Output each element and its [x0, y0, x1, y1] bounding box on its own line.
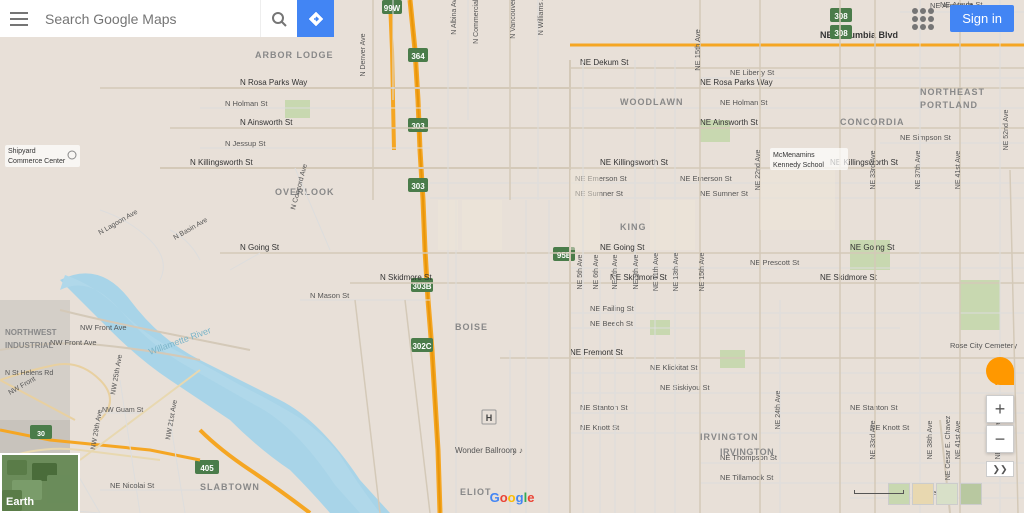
- svg-text:KING: KING: [620, 222, 647, 232]
- svg-text:BOISE: BOISE: [455, 322, 488, 332]
- map-controls: + −: [986, 395, 1014, 453]
- svg-text:NE Beech St: NE Beech St: [590, 319, 634, 328]
- svg-text:H: H: [486, 413, 493, 423]
- zoom-in-button[interactable]: +: [986, 395, 1014, 423]
- svg-text:NW Front Ave: NW Front Ave: [50, 338, 97, 347]
- svg-text:CONCORDIA: CONCORDIA: [840, 117, 905, 127]
- directions-button[interactable]: [297, 0, 334, 37]
- svg-text:NE 52nd Ave: NE 52nd Ave: [1003, 110, 1010, 151]
- svg-text:NE 6th Ave: NE 6th Ave: [593, 254, 600, 289]
- svg-text:303: 303: [411, 182, 425, 191]
- svg-text:NE Sumner St: NE Sumner St: [700, 189, 749, 198]
- svg-text:NE 7th Ave: NE 7th Ave: [612, 254, 619, 289]
- svg-text:N St Helens Rd: N St Helens Rd: [5, 370, 53, 377]
- svg-text:NE 38th Ave: NE 38th Ave: [927, 421, 934, 460]
- svg-text:N Denver Ave: N Denver Ave: [360, 33, 367, 76]
- terrain-swatch-4[interactable]: [960, 483, 982, 505]
- svg-text:INDUSTRIAL: INDUSTRIAL: [5, 341, 54, 350]
- svg-text:NE Prescott St: NE Prescott St: [750, 258, 800, 267]
- svg-text:ELIOT: ELIOT: [460, 487, 492, 497]
- svg-text:NE 33rd Ave: NE 33rd Ave: [870, 150, 877, 189]
- svg-text:NE Tillamook St: NE Tillamook St: [720, 473, 774, 482]
- svg-text:ARBOR LODGE: ARBOR LODGE: [255, 50, 334, 60]
- menu-button[interactable]: [0, 0, 37, 37]
- svg-text:IRVINGTON: IRVINGTON: [720, 447, 774, 457]
- svg-text:NE Cesar E. Chavez: NE Cesar E. Chavez: [945, 415, 952, 480]
- search-input[interactable]: [45, 11, 205, 27]
- terrain-swatch-2[interactable]: [912, 483, 934, 505]
- svg-text:NE Klickitat St: NE Klickitat St: [650, 363, 698, 372]
- svg-text:NE 37th Ave: NE 37th Ave: [915, 151, 922, 190]
- svg-text:McMenamins: McMenamins: [773, 152, 815, 159]
- svg-text:364: 364: [411, 52, 425, 61]
- svg-text:NE Liberty St: NE Liberty St: [730, 68, 775, 77]
- svg-text:N Jessup St: N Jessup St: [225, 139, 266, 148]
- svg-text:NE Killingsworth St: NE Killingsworth St: [600, 158, 669, 167]
- svg-text:NE Nicolai St: NE Nicolai St: [110, 481, 155, 490]
- svg-text:NE Fremont St: NE Fremont St: [570, 348, 624, 357]
- svg-text:Shipyard: Shipyard: [8, 148, 36, 155]
- svg-text:NE Going St: NE Going St: [850, 243, 895, 252]
- svg-text:N Skidmore St: N Skidmore St: [380, 273, 432, 282]
- svg-text:♪: ♪: [512, 448, 516, 457]
- svg-text:NE 9th Ave: NE 9th Ave: [633, 254, 640, 289]
- svg-text:NE Ainsworth St: NE Ainsworth St: [700, 118, 759, 127]
- topbar: [0, 0, 1024, 37]
- svg-text:30: 30: [37, 431, 45, 438]
- svg-text:303: 303: [411, 122, 425, 131]
- svg-text:Rose City Cemetery: Rose City Cemetery: [950, 341, 1017, 350]
- svg-text:NORTHWEST: NORTHWEST: [5, 328, 57, 337]
- search-bar: [37, 0, 260, 37]
- svg-text:NE Dekum St: NE Dekum St: [580, 58, 629, 67]
- svg-text:SLABTOWN: SLABTOWN: [200, 482, 260, 492]
- svg-text:IRVINGTON: IRVINGTON: [700, 432, 759, 442]
- svg-text:NE Skidmore St: NE Skidmore St: [820, 273, 878, 282]
- svg-text:NE 33rd Ave: NE 33rd Ave: [870, 420, 877, 459]
- svg-text:NW Front Ave: NW Front Ave: [80, 323, 127, 332]
- svg-text:NE Failing St: NE Failing St: [590, 304, 635, 313]
- svg-text:405: 405: [200, 464, 214, 473]
- zoom-out-button[interactable]: −: [986, 425, 1014, 453]
- scale-bar: [854, 490, 904, 495]
- search-button[interactable]: [260, 0, 297, 37]
- svg-text:Kennedy School: Kennedy School: [773, 162, 824, 169]
- svg-text:NE Going St: NE Going St: [600, 243, 645, 252]
- svg-text:N Rosa Parks Way: N Rosa Parks Way: [240, 78, 307, 87]
- svg-text:NE 15th Ave: NE 15th Ave: [699, 253, 706, 292]
- svg-text:N Going St: N Going St: [240, 243, 280, 252]
- svg-text:NE Rosa Parks Way: NE Rosa Parks Way: [700, 78, 773, 87]
- earth-label: Earth: [6, 496, 34, 508]
- svg-text:NE Stanton St: NE Stanton St: [850, 403, 898, 412]
- svg-text:NORTHEAST: NORTHEAST: [920, 87, 985, 97]
- svg-text:N Mason St: N Mason St: [310, 291, 350, 300]
- svg-text:NE 13th Ave: NE 13th Ave: [673, 253, 680, 292]
- svg-text:Commerce Center: Commerce Center: [8, 158, 66, 165]
- svg-text:NE 11th Ave: NE 11th Ave: [653, 253, 660, 291]
- expand-button[interactable]: ❯❯: [986, 461, 1014, 477]
- svg-text:302C: 302C: [412, 342, 431, 351]
- svg-text:N Killingsworth St: N Killingsworth St: [190, 158, 253, 167]
- svg-text:WOODLAWN: WOODLAWN: [620, 97, 684, 107]
- svg-text:NE Holman St: NE Holman St: [720, 98, 768, 107]
- google-logo: Google: [490, 490, 535, 505]
- svg-text:NE Stanton St: NE Stanton St: [580, 403, 628, 412]
- pegman-button[interactable]: [986, 357, 1014, 385]
- svg-text:N Holman St: N Holman St: [225, 99, 268, 108]
- svg-text:NE 24th Ave: NE 24th Ave: [775, 391, 782, 430]
- svg-text:N Ainsworth St: N Ainsworth St: [240, 118, 293, 127]
- svg-text:NE 41st Ave: NE 41st Ave: [955, 421, 962, 460]
- svg-text:NE 41st Ave: NE 41st Ave: [955, 151, 962, 190]
- terrain-swatch-3[interactable]: [936, 483, 958, 505]
- map-container[interactable]: 364 303 303 303B 302C 99W 405 30 NE Colu…: [0, 0, 1024, 513]
- svg-text:NE Simpson St: NE Simpson St: [900, 133, 952, 142]
- svg-text:NE Siskiyou St: NE Siskiyou St: [660, 383, 711, 392]
- svg-text:NE Emerson St: NE Emerson St: [680, 174, 733, 183]
- earth-thumbnail[interactable]: Earth: [0, 453, 80, 513]
- svg-text:PORTLAND: PORTLAND: [920, 100, 978, 110]
- svg-text:NW Guam St: NW Guam St: [102, 407, 143, 414]
